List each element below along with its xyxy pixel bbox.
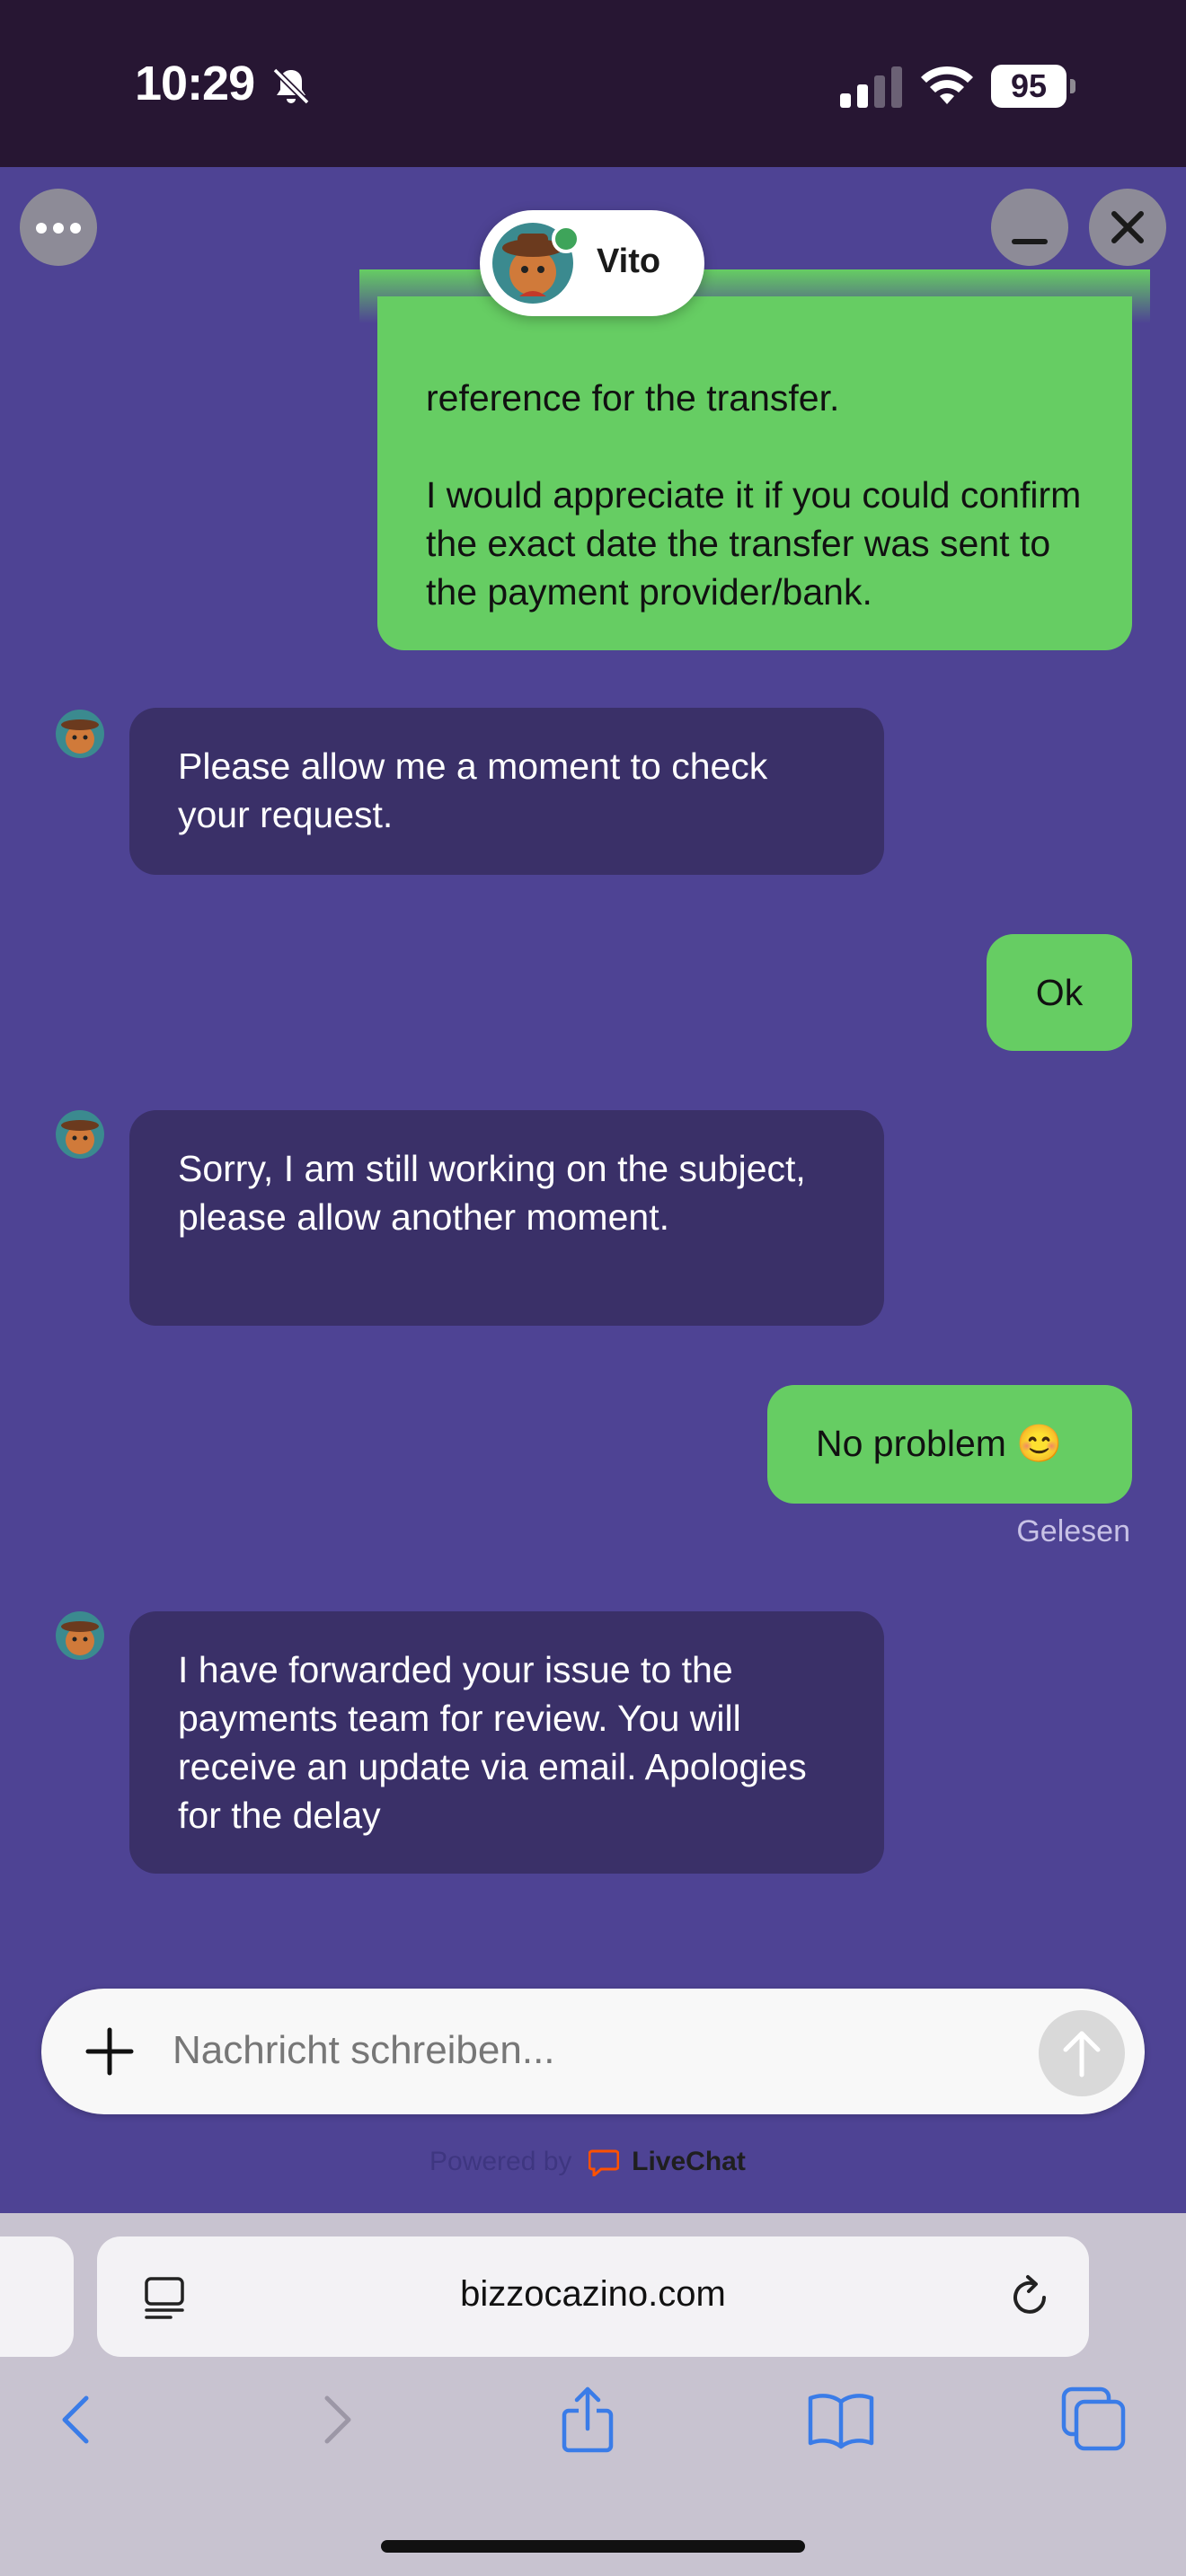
message-text: reference for the transfer. I would appr… <box>426 377 1082 613</box>
agent-avatar <box>56 1611 104 1660</box>
agent-name: Vito <box>597 243 661 280</box>
close-button[interactable] <box>1089 189 1166 266</box>
message-composer: Nachricht schreiben... <box>41 1989 1145 2114</box>
message-input[interactable]: Nachricht schreiben... <box>173 2028 555 2073</box>
forward-icon[interactable] <box>300 2384 372 2456</box>
address-bar[interactable]: bizzocazino.com <box>97 2236 1089 2357</box>
minimize-button[interactable] <box>991 189 1068 266</box>
visitor-message: No problem 😊 <box>767 1385 1132 1504</box>
arrow-up-icon <box>1063 2031 1101 2078</box>
visitor-message: reference for the transfer. I would appr… <box>377 296 1132 650</box>
cellular-signal-icon <box>840 66 902 108</box>
send-button[interactable] <box>1039 2010 1125 2096</box>
agent-message: Please allow me a moment to check your r… <box>129 708 884 875</box>
status-bar: 10:29 95 <box>0 0 1186 167</box>
browser-toolbar: bizzocazino.com <box>0 2213 1186 2576</box>
agent-message: Sorry, I am still working on the subject… <box>129 1110 884 1326</box>
battery-indicator: 95 <box>991 65 1077 108</box>
add-attachment-icon[interactable] <box>79 2021 140 2082</box>
read-receipt: Gelesen <box>1016 1514 1130 1548</box>
home-indicator <box>381 2540 805 2553</box>
message-text: No problem 😊 <box>816 1423 1063 1464</box>
visitor-message: Ok <box>987 934 1132 1051</box>
agent-avatar <box>56 1110 104 1159</box>
battery-level: 95 <box>991 65 1067 108</box>
more-options-button[interactable] <box>20 189 97 266</box>
share-icon[interactable] <box>552 2384 624 2456</box>
powered-by[interactable]: Powered by LiveChat <box>429 2147 746 2177</box>
back-icon[interactable] <box>41 2384 113 2456</box>
url-text: bizzocazino.com <box>460 2274 726 2314</box>
livechat-logo-icon <box>588 2149 619 2177</box>
scroll-fade <box>359 269 1150 323</box>
message-text: I have forwarded your issue to the payme… <box>178 1649 807 1836</box>
clock: 10:29 <box>135 57 255 110</box>
agent-avatar <box>56 710 104 758</box>
close-icon <box>1111 211 1144 243</box>
online-status-indicator <box>552 225 580 253</box>
bell-muted-icon <box>272 67 310 105</box>
powered-by-label: Powered by <box>429 2147 572 2176</box>
wifi-icon <box>921 66 973 104</box>
reload-icon[interactable] <box>1005 2272 1055 2323</box>
agent-message: I have forwarded your issue to the payme… <box>129 1611 884 1874</box>
message-text: Please allow me a moment to check your r… <box>178 745 768 835</box>
livechat-brand: LiveChat <box>632 2147 746 2176</box>
message-text: Ok <box>1035 972 1084 1013</box>
bookmarks-icon[interactable] <box>805 2384 877 2456</box>
previous-tab[interactable] <box>0 2236 74 2357</box>
message-text: Sorry, I am still working on the subject… <box>178 1148 806 1238</box>
tabs-icon[interactable] <box>1058 2384 1130 2456</box>
agent-header[interactable]: Vito <box>480 210 704 316</box>
